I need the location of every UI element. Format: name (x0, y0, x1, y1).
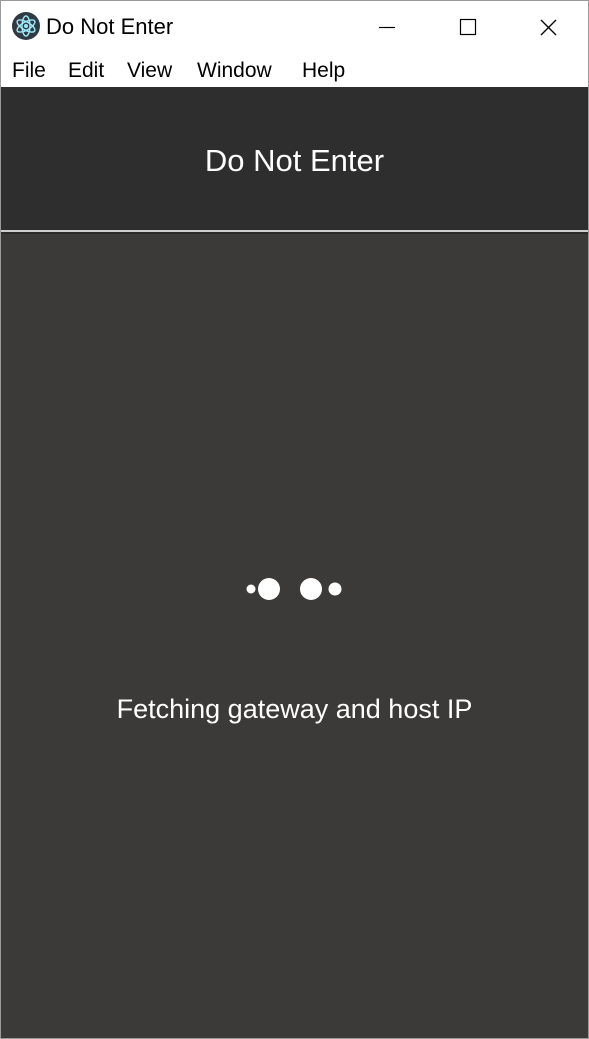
close-button[interactable] (508, 1, 588, 53)
window-title: Do Not Enter (46, 14, 174, 39)
title-bar[interactable]: Do Not Enter (1, 1, 588, 53)
menu-bar: File Edit View Window Help (1, 53, 588, 87)
menu-edit[interactable]: Edit (68, 57, 104, 85)
app-window: Do Not Enter File Edit View Window Help … (0, 0, 589, 1039)
electron-atom-icon (12, 12, 40, 40)
menu-window[interactable]: Window (197, 57, 272, 85)
minimize-button[interactable] (347, 1, 427, 53)
loading-dots-icon (241, 574, 351, 604)
menu-view[interactable]: View (127, 57, 172, 85)
menu-help[interactable]: Help (302, 57, 345, 85)
main-content: Fetching gateway and host IP (1, 234, 588, 1038)
page-title: Do Not Enter (204, 143, 385, 178)
app-header: Do Not Enter (1, 87, 588, 230)
status-message: Fetching gateway and host IP (116, 694, 473, 724)
maximize-button[interactable] (427, 1, 507, 53)
menu-file[interactable]: File (12, 57, 46, 85)
